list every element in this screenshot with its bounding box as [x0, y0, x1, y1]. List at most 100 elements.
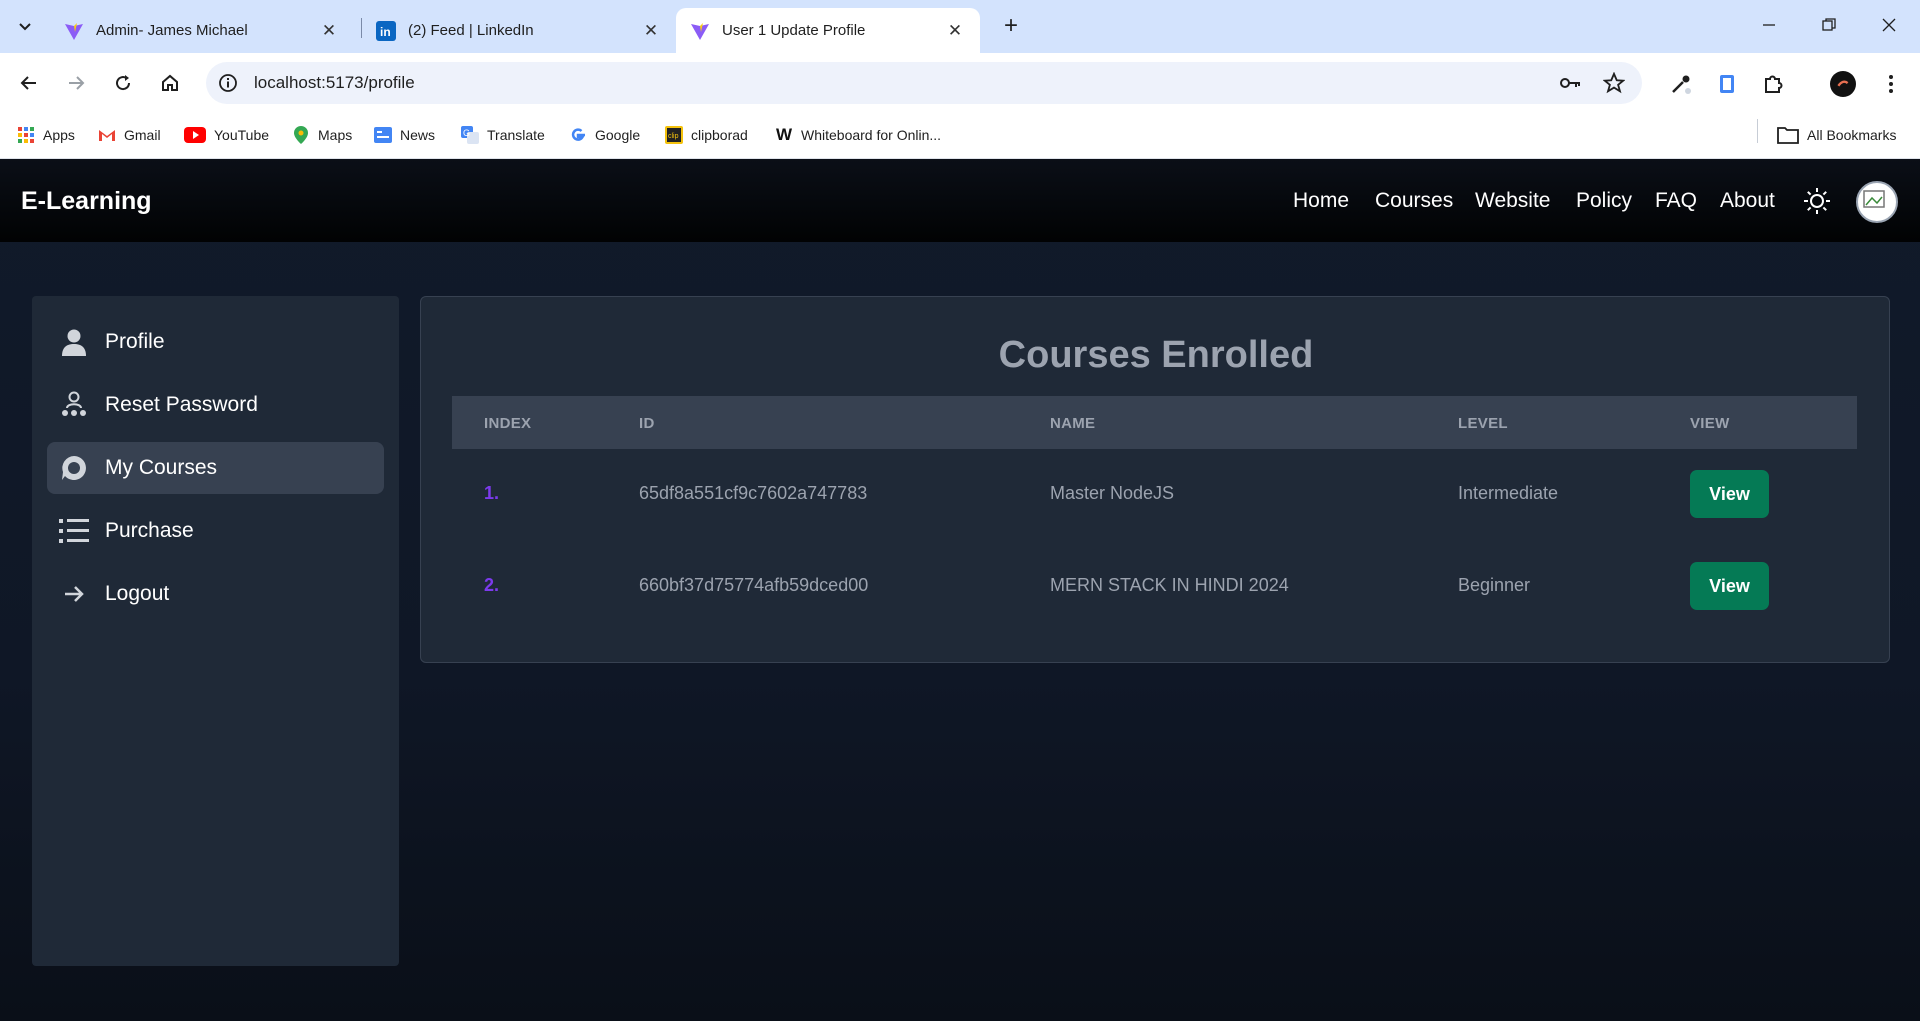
new-tab-button[interactable]: +: [996, 12, 1026, 42]
close-icon[interactable]: ✕: [640, 21, 662, 41]
row-index: 2.: [484, 575, 500, 595]
bookmark-news[interactable]: News: [374, 123, 435, 147]
browser-tab[interactable]: in (2) Feed | LinkedIn ✕: [362, 8, 676, 53]
close-icon[interactable]: ✕: [944, 21, 966, 41]
extensions-puzzle-icon[interactable]: [1760, 71, 1786, 97]
sidebar-item-reset-password[interactable]: Reset Password: [47, 379, 384, 431]
tab-label: Admin- James Michael: [96, 22, 248, 39]
nav-home[interactable]: Home: [1293, 189, 1349, 213]
sun-theme-toggle-icon[interactable]: [1802, 186, 1832, 216]
bookmark-clipborad[interactable]: clip clipborad: [665, 123, 748, 147]
bookmark-label: Gmail: [124, 127, 161, 143]
linkedin-icon: in: [376, 20, 396, 41]
menu-dots-icon[interactable]: [1878, 71, 1904, 97]
sidebar-item-label: Profile: [105, 330, 165, 353]
table-header: INDEX ID NAME LEVEL VIEW: [452, 396, 1857, 449]
tab-search-button[interactable]: [10, 12, 40, 42]
broken-image-icon: [1863, 190, 1885, 208]
bookmark-label: Translate: [487, 127, 545, 143]
gmail-icon: [98, 126, 116, 144]
bookmark-gmail[interactable]: Gmail: [98, 123, 161, 147]
url-text: localhost:5173/profile: [254, 73, 415, 92]
back-button[interactable]: [11, 65, 47, 101]
sidebar-item-label: Reset Password: [105, 393, 258, 416]
nav-policy[interactable]: Policy: [1576, 189, 1632, 213]
course-level: Intermediate: [1458, 483, 1559, 503]
bookmark-label: YouTube: [214, 127, 270, 143]
copy-extension-icon[interactable]: [1714, 71, 1740, 97]
app-viewport: E-Learning Home Courses Website Policy F…: [0, 159, 1920, 1021]
profile-avatar-icon[interactable]: [1830, 71, 1856, 97]
sidebar-item-label: Logout: [105, 582, 170, 605]
password-key-icon[interactable]: [1558, 71, 1582, 95]
browser-tab[interactable]: Admin- James Michael ✕: [50, 8, 354, 53]
sidebar-item-logout[interactable]: Logout: [47, 568, 384, 620]
row-index: 1.: [484, 483, 500, 503]
bookmark-translate[interactable]: G Translate: [461, 123, 545, 147]
course-id: 660bf37d75774afb59dced00: [639, 575, 869, 595]
arrow-right-icon: [69, 76, 85, 90]
table-row: 1. 65df8a551cf9c7602a747783 Master NodeJ…: [452, 449, 1857, 541]
bookmark-label: News: [400, 127, 436, 143]
course-level: Beginner: [1458, 575, 1531, 595]
bookmark-star-icon[interactable]: [1602, 71, 1626, 95]
user-icon: [59, 327, 89, 357]
minimize-button[interactable]: [1749, 10, 1789, 42]
home-button[interactable]: [152, 65, 188, 101]
svg-text:clip: clip: [668, 133, 679, 140]
bookmark-label: Google: [595, 127, 641, 143]
bookmark-apps[interactable]: Apps: [17, 123, 75, 147]
bookmarks-bar: Apps Gmail YouTube Maps News G Translate: [0, 113, 1920, 159]
view-course-button[interactable]: View: [1690, 562, 1769, 610]
bookmark-google[interactable]: Google: [569, 123, 640, 147]
sidebar-item-my-courses[interactable]: My Courses: [47, 442, 384, 494]
bookmark-whiteboard[interactable]: W Whiteboard for Onlin...: [775, 123, 941, 147]
sidebar-item-profile[interactable]: Profile: [47, 316, 384, 368]
reload-icon: [116, 75, 131, 91]
app-header: E-Learning Home Courses Website Policy F…: [0, 159, 1920, 242]
brand-logo-text[interactable]: E-Learning: [21, 187, 152, 216]
close-icon[interactable]: ✕: [318, 21, 340, 41]
folder-icon: [1777, 126, 1799, 144]
news-icon: [374, 126, 392, 144]
eyedropper-extension-icon[interactable]: [1668, 71, 1694, 97]
forward-button[interactable]: [58, 65, 94, 101]
bookmark-label: Maps: [318, 127, 353, 143]
nav-website[interactable]: Website: [1475, 189, 1550, 213]
restore-button[interactable]: [1809, 10, 1849, 42]
bookmarks-divider: [1757, 119, 1758, 143]
svg-text:G: G: [463, 128, 470, 138]
chevron-down-icon: [19, 23, 31, 31]
minimize-icon: [1763, 24, 1775, 26]
bookmark-maps[interactable]: Maps: [292, 123, 352, 147]
list-icon: [59, 516, 89, 546]
vite-icon: [64, 21, 84, 41]
column-header-id: ID: [639, 415, 655, 432]
nav-courses[interactable]: Courses: [1375, 189, 1453, 213]
arrow-left-icon: [20, 76, 36, 90]
all-bookmarks[interactable]: All Bookmarks: [1777, 123, 1896, 147]
sidebar-item-label: Purchase: [105, 519, 194, 542]
nav-faq[interactable]: FAQ: [1655, 189, 1697, 213]
view-course-button[interactable]: View: [1690, 470, 1769, 518]
profile-sidebar: Profile Reset Password My Courses Purcha…: [32, 296, 399, 966]
sidebar-item-purchase[interactable]: Purchase: [47, 505, 384, 557]
svg-text:in: in: [380, 25, 391, 39]
close-window-button[interactable]: [1869, 10, 1909, 42]
user-avatar[interactable]: [1856, 181, 1898, 223]
tab-label: (2) Feed | LinkedIn: [408, 22, 534, 39]
course-name: Master NodeJS: [1050, 483, 1175, 503]
bookmark-youtube[interactable]: YouTube: [184, 123, 269, 147]
bookmark-label: Apps: [43, 127, 75, 143]
tab-label: User 1 Update Profile: [722, 22, 866, 39]
column-header-name: NAME: [1050, 415, 1096, 432]
site-info-icon[interactable]: [218, 73, 238, 93]
reload-button[interactable]: [105, 65, 141, 101]
course-name: MERN STACK IN HINDI 2024: [1050, 575, 1289, 595]
browser-toolbar: localhost:5173/profile: [0, 53, 1920, 113]
column-header-level: LEVEL: [1458, 415, 1508, 432]
nav-about[interactable]: About: [1720, 189, 1775, 213]
address-bar[interactable]: localhost:5173/profile: [206, 62, 1642, 104]
browser-tab-active[interactable]: User 1 Update Profile ✕: [676, 8, 980, 53]
whiteboard-w-icon: W: [775, 125, 793, 144]
